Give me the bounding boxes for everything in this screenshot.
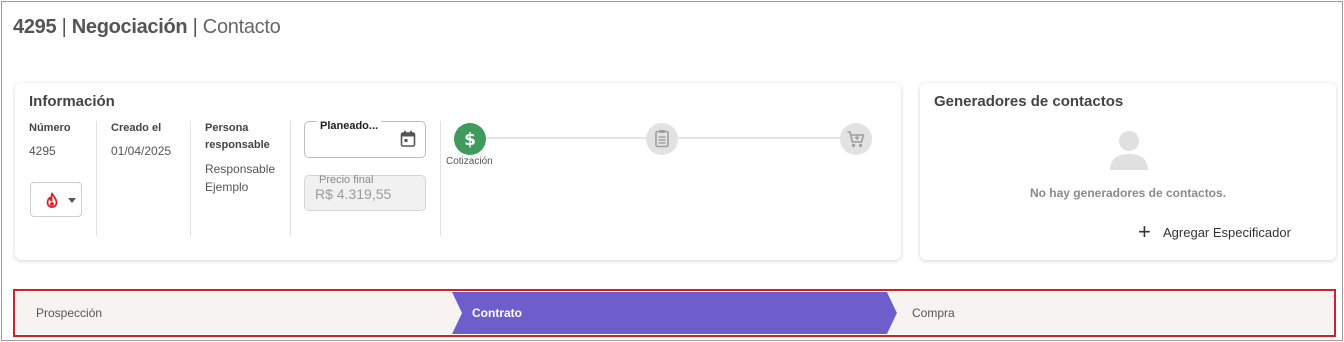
numero-label: Número — [29, 122, 71, 134]
document-icon — [655, 130, 669, 148]
dollar-icon: $ — [464, 130, 476, 150]
svg-text:$: $ — [464, 130, 476, 150]
stage-prospeccion-label: Prospección — [36, 306, 103, 320]
generators-card-title: Generadores de contactos — [934, 93, 1124, 110]
plus-icon: + — [1138, 219, 1151, 244]
step-purchase[interactable] — [840, 123, 872, 155]
info-card: Información Número 4295 Creado el 01/04/… — [15, 83, 901, 260]
final-price-field[interactable]: Precio final R$ 4.319,55 — [304, 174, 426, 211]
step-connector — [678, 137, 840, 139]
page-frame: 4295 | Negociación | Contacto Informació… — [1, 1, 1343, 341]
planned-date-field[interactable]: Planeado... — [304, 120, 426, 158]
title-separator-2: | — [192, 16, 198, 38]
final-price-label: Precio final — [319, 174, 374, 186]
numero-value: 4295 — [29, 144, 56, 158]
persona-label-line2: responsable — [205, 139, 270, 151]
stage-prospeccion[interactable]: Prospección — [16, 292, 462, 334]
generators-empty-text: No hay generadores de contactos. — [1029, 186, 1227, 200]
chevron-down-icon — [68, 198, 76, 203]
pipeline-highlight: Prospección Contrato Compra — [13, 289, 1336, 337]
step-quote[interactable]: $ — [454, 123, 486, 155]
calendar-icon[interactable] — [400, 130, 416, 148]
title-separator: | — [61, 16, 67, 38]
person-placeholder-icon — [1110, 131, 1148, 170]
creado-label: Creado el — [111, 122, 162, 134]
generators-card: Generadores de contactos No hay generado… — [920, 83, 1336, 260]
column-divider — [440, 121, 441, 236]
stage-contrato[interactable]: Contrato — [452, 292, 897, 334]
final-price-value: R$ 4.319,55 — [315, 186, 392, 202]
planned-date-label: Planeado... — [317, 120, 382, 132]
persona-value-line1: Responsable — [205, 162, 276, 176]
deal-subtitle: Contacto — [202, 16, 281, 38]
column-divider — [290, 121, 291, 236]
step-connector — [486, 137, 646, 139]
stage-compra-label: Compra — [912, 306, 955, 320]
pipeline-bar: Prospección Contrato Compra — [16, 292, 1333, 334]
step-document[interactable] — [646, 123, 678, 155]
add-specifier-button[interactable]: + Agregar Especificador — [1138, 219, 1291, 244]
info-card-title: Información — [29, 93, 115, 110]
stage-contrato-label: Contrato — [472, 306, 522, 320]
stage-compra[interactable]: Compra — [887, 292, 1333, 334]
add-specifier-label: Agregar Especificador — [1163, 224, 1291, 240]
creado-value: 01/04/2025 — [111, 144, 172, 158]
column-divider — [190, 121, 191, 236]
persona-value-line2: Ejemplo — [205, 180, 249, 194]
persona-label-line1: Persona — [205, 122, 249, 134]
column-divider — [96, 121, 97, 236]
cart-icon — [847, 131, 865, 148]
deal-id: 4295 — [13, 16, 57, 38]
step-quote-label: Cotización — [446, 156, 493, 167]
temperature-dropdown[interactable] — [30, 182, 82, 217]
deal-type: Negociación — [71, 16, 188, 38]
flame-icon — [46, 192, 58, 208]
page-title: 4295 | Negociación | Contacto — [13, 16, 281, 39]
